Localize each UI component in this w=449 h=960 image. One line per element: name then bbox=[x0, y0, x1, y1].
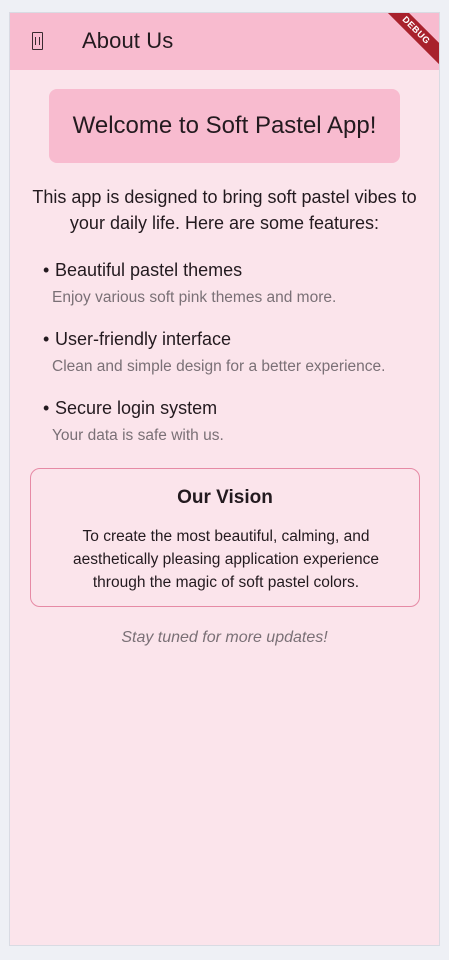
feature-item: • User-friendly interface Clean and simpl… bbox=[43, 326, 423, 382]
feature-title-text: User-friendly interface bbox=[55, 329, 232, 349]
feature-description: Clean and simple design for a better exp… bbox=[52, 358, 386, 375]
feature-description: Enjoy various soft pink themes and more. bbox=[52, 289, 337, 306]
page-title: About Us bbox=[82, 28, 174, 53]
vision-title: Our Vision bbox=[177, 487, 273, 508]
app-window: About Us DEBUG Welcome to Soft Pastel Ap… bbox=[9, 12, 440, 946]
welcome-title: Welcome to Soft Pastel App! bbox=[72, 112, 377, 139]
intro-text: This app is designed to bring soft paste… bbox=[32, 187, 417, 233]
feature-item: • Secure login system Your data is safe w… bbox=[43, 395, 423, 451]
feature-title-text: Secure login system bbox=[55, 398, 218, 418]
bullet: • bbox=[43, 260, 50, 280]
feature-title: • Beautiful pastel themes bbox=[43, 257, 423, 283]
debug-banner: DEBUG bbox=[378, 13, 439, 68]
footer-note: Stay tuned for more updates! bbox=[121, 629, 328, 646]
feature-title: • User-friendly interface bbox=[43, 326, 423, 352]
vision-card: Our Vision To create the most beautiful,… bbox=[30, 468, 420, 607]
feature-list: • Beautiful pastel themes Enjoy various s… bbox=[43, 257, 423, 464]
hourglass-icon[interactable] bbox=[32, 32, 43, 50]
app-bar: About Us DEBUG bbox=[10, 13, 439, 70]
welcome-card: Welcome to Soft Pastel App! bbox=[49, 89, 400, 163]
vision-text: To create the most beautiful, calming, a… bbox=[73, 528, 379, 591]
feature-title: • Secure login system bbox=[43, 395, 423, 421]
feature-item: • Beautiful pastel themes Enjoy various s… bbox=[43, 257, 423, 313]
bullet: • bbox=[43, 398, 50, 418]
feature-description: Your data is safe with us. bbox=[52, 427, 224, 444]
bullet: • bbox=[43, 329, 50, 349]
feature-title-text: Beautiful pastel themes bbox=[55, 260, 243, 280]
